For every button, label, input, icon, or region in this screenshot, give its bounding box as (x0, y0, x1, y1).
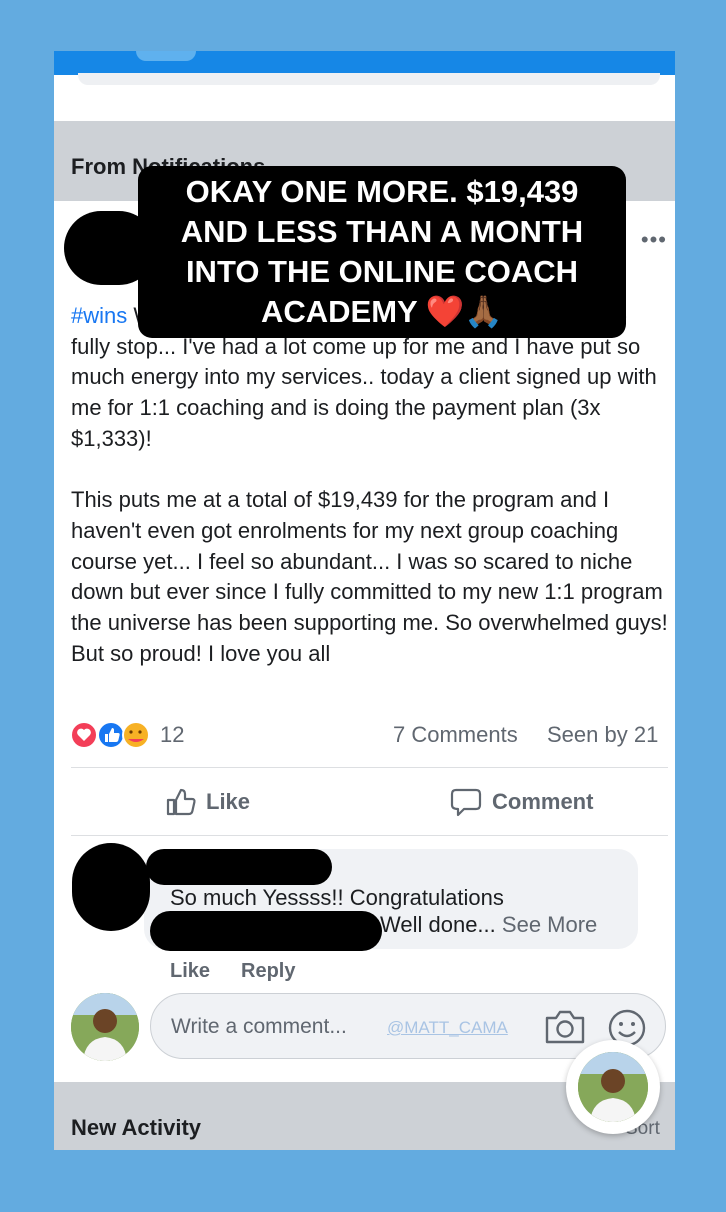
comments-count[interactable]: 7 Comments (393, 722, 518, 748)
floating-profile-avatar[interactable] (566, 1040, 660, 1134)
comment-text-line-2: Well done... See More (380, 912, 597, 938)
like-button[interactable]: Like (164, 786, 250, 818)
speech-bubble-icon (450, 788, 482, 817)
comment-reply-link[interactable]: Reply (241, 960, 295, 983)
floating-avatar-photo (578, 1052, 648, 1122)
redacted-commenter-avatar (72, 843, 150, 931)
watermark-text: @MATT_CAMA (387, 1018, 508, 1037)
heart-reaction-icon (70, 721, 98, 749)
like-button-label: Like (206, 789, 251, 814)
comment-text-continued: Well done... (380, 912, 496, 937)
comment-text-line-1: So much Yessss!! Congratulations (170, 885, 504, 910)
comment-button[interactable]: Comment (450, 786, 593, 818)
post-text-paragraph-2: This puts me at a total of $19,439 for t… (71, 487, 674, 666)
more-options-icon[interactable]: ••• (641, 227, 667, 253)
care-reaction-icon (122, 721, 150, 749)
thumbs-up-icon (166, 788, 196, 816)
comment-like-link[interactable]: Like (170, 960, 210, 983)
divider (71, 767, 668, 768)
camera-icon[interactable] (543, 1008, 587, 1046)
post-body: #wins Wow. wow wow.. Since the universe … (71, 301, 671, 669)
like-reaction-icon (97, 721, 125, 749)
current-user-avatar[interactable] (71, 993, 139, 1061)
top-input-box[interactable] (78, 73, 660, 85)
divider (71, 835, 668, 836)
redacted-commenter-name (146, 849, 332, 885)
top-bar-pill (136, 51, 196, 61)
reaction-icons[interactable] (70, 721, 154, 749)
seen-by-count[interactable]: Seen by 21 (547, 722, 658, 748)
reaction-count[interactable]: 12 (160, 722, 184, 748)
comment-input-placeholder: Write a comment... (171, 1015, 347, 1038)
top-bar (54, 51, 675, 75)
story-caption-overlay: OKAY ONE MORE. $19,439 AND LESS THAN A M… (138, 166, 626, 338)
post-hashtag[interactable]: #wins (71, 303, 127, 328)
comment-button-label: Comment (492, 789, 594, 814)
activity-section-title: New Activity (71, 1115, 202, 1140)
redacted-comment-text (150, 911, 382, 951)
see-more-link[interactable]: See More (502, 912, 597, 937)
